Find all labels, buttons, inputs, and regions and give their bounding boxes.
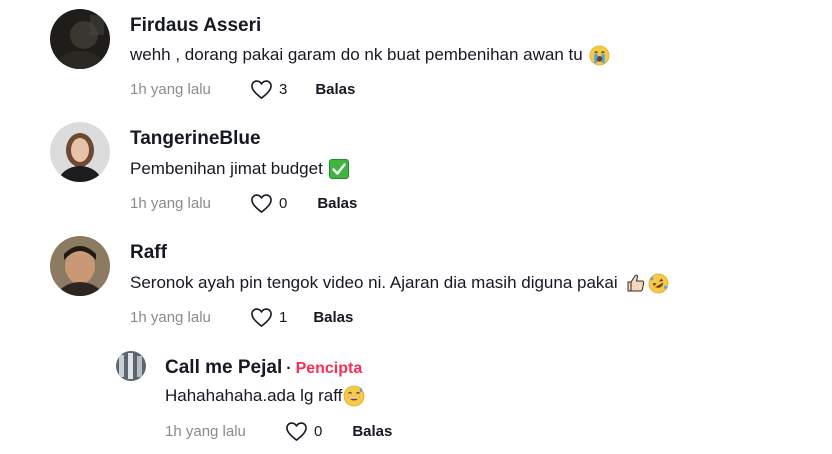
comment-meta: 1h yang lalu 0 Balas bbox=[130, 192, 357, 214]
reply-meta: 1h yang lalu 0 Balas bbox=[165, 420, 392, 442]
reply-author[interactable]: Call me Pejal bbox=[165, 357, 282, 378]
comment-timestamp: 1h yang lalu bbox=[130, 308, 211, 326]
heart-icon bbox=[250, 193, 273, 214]
reply-text-body: Hahahahaha.ada lg raff bbox=[165, 386, 343, 405]
creator-badge: Pencipta bbox=[295, 360, 363, 377]
avatar[interactable] bbox=[50, 9, 110, 69]
rolling-on-floor-laughing-icon bbox=[648, 273, 669, 294]
reply-button[interactable]: Balas bbox=[317, 195, 357, 212]
comment-text: Seronok ayah pin tengok video ni. Ajaran… bbox=[130, 272, 669, 294]
like-button[interactable]: 3 bbox=[250, 79, 287, 100]
reply-timestamp: 1h yang lalu bbox=[165, 422, 246, 440]
like-count: 3 bbox=[279, 80, 288, 98]
separator-dot: · bbox=[286, 360, 292, 377]
thumbs-up-icon bbox=[626, 273, 646, 293]
comment-timestamp: 1h yang lalu bbox=[130, 194, 211, 212]
avatar[interactable] bbox=[116, 351, 146, 381]
check-mark-button-icon bbox=[328, 159, 349, 179]
reply-button[interactable]: Balas bbox=[315, 81, 355, 98]
comment-meta: 1h yang lalu 3 Balas bbox=[130, 78, 355, 100]
avatar[interactable] bbox=[50, 236, 110, 296]
loudly-crying-face-icon bbox=[589, 45, 610, 66]
like-button[interactable]: 1 bbox=[250, 307, 287, 328]
like-count: 0 bbox=[314, 422, 323, 440]
reply-button[interactable]: Balas bbox=[313, 309, 353, 326]
heart-icon bbox=[250, 79, 273, 100]
like-button[interactable]: 0 bbox=[250, 193, 287, 214]
comment-author[interactable]: TangerineBlue bbox=[130, 127, 261, 151]
comment-text: wehh , dorang pakai garam do nk buat pem… bbox=[130, 44, 610, 66]
comment-text-body: Seronok ayah pin tengok video ni. Ajaran… bbox=[130, 273, 618, 292]
avatar[interactable] bbox=[50, 122, 110, 182]
comment-text-body: wehh , dorang pakai garam do nk buat pem… bbox=[130, 45, 583, 64]
like-count: 1 bbox=[279, 308, 288, 326]
comment-timestamp: 1h yang lalu bbox=[130, 80, 211, 98]
reply-text: Hahahahaha.ada lg raff bbox=[165, 385, 365, 407]
heart-icon bbox=[250, 307, 273, 328]
comment-author[interactable]: Firdaus Asseri bbox=[130, 14, 261, 38]
reply-author-line: Call me Pejal · Pencipta bbox=[165, 356, 362, 381]
comment-meta: 1h yang lalu 1 Balas bbox=[130, 306, 353, 328]
comment-text-body: Pembenihan jimat budget bbox=[130, 159, 323, 178]
like-count: 0 bbox=[279, 194, 288, 212]
heart-icon bbox=[285, 421, 308, 442]
reply-button[interactable]: Balas bbox=[352, 423, 392, 440]
comment-text: Pembenihan jimat budget bbox=[130, 158, 349, 180]
grinning-sweat-face-icon bbox=[343, 385, 365, 407]
comment-author[interactable]: Raff bbox=[130, 241, 167, 265]
like-button[interactable]: 0 bbox=[285, 421, 322, 442]
